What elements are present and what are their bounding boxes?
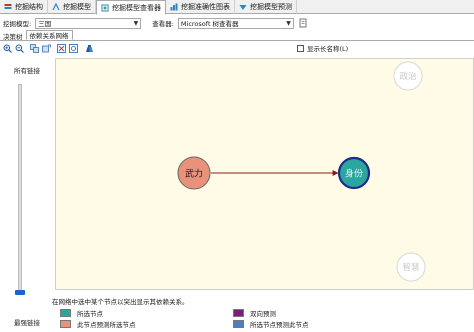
- tab-label: 挖掘模型查看器: [112, 3, 161, 12]
- legend-swatch: [233, 309, 244, 317]
- mining-model-value: 三国: [38, 20, 52, 28]
- viewer-value: Microsoft 树查看器: [180, 20, 239, 28]
- legend-note: 在网络中选中某个节点以突出显示其依赖关系。: [52, 298, 189, 306]
- tab-mining-model[interactable]: 挖掘模型: [48, 0, 96, 14]
- mining-structure-icon: [4, 3, 12, 11]
- model-selector-row: 挖掘模型: 三国 ▼ 查看器: Microsoft 树查看器 ▼: [0, 15, 474, 31]
- node-label: 武力: [185, 168, 203, 180]
- viewer-subtabs: 决策树 依赖关系网络: [0, 30, 474, 41]
- viewer-label: 查看器:: [152, 20, 174, 28]
- subtab-label: 决策树: [3, 32, 23, 41]
- tab-decision-tree[interactable]: 决策树: [0, 31, 26, 41]
- prediction-icon: [239, 3, 247, 11]
- node-label: 智慧: [402, 262, 420, 273]
- mining-model-label: 挖掘模型:: [3, 20, 32, 28]
- node-zhengzhi[interactable]: 政治: [393, 61, 423, 91]
- mining-model-select[interactable]: 三国 ▼: [35, 17, 142, 29]
- copy-graph-icon: [29, 43, 39, 53]
- tab-label: 挖掘模型预测: [250, 3, 292, 11]
- fit-to-window-icon: [56, 43, 66, 53]
- network-toolbar: [0, 42, 474, 54]
- node-shenfen[interactable]: 身份: [337, 156, 371, 190]
- tab-label: 挖掘结构: [15, 3, 43, 11]
- legend-item-predicts-selected: 此节点预测所选节点: [60, 319, 136, 329]
- legend-item-selected: 所选节点: [60, 308, 103, 318]
- copy-icon[interactable]: [299, 18, 308, 28]
- designer-tab-strip: 挖掘结构 挖掘模型 挖掘模型查看器 挖掘准确性图表 挖掘模型预测: [0, 0, 474, 15]
- legend-label: 此节点预测所选节点: [77, 321, 136, 329]
- mining-model-icon: [52, 2, 60, 11]
- legend-swatch: [60, 309, 71, 317]
- dependency-network-canvas[interactable]: 政治 武力 身份 智慧: [55, 58, 474, 290]
- copy-graph-button[interactable]: [29, 43, 39, 53]
- find-node-button[interactable]: [84, 43, 94, 53]
- copy-selection-button[interactable]: [41, 43, 51, 53]
- zoom-to-fit-icon: [68, 43, 78, 53]
- all-links-label: 所有链接: [14, 67, 40, 75]
- zoom-out-button[interactable]: [14, 43, 24, 53]
- legend-item-selected-predicts: 所选节点预测此节点: [233, 319, 309, 329]
- link-strength-slider-track[interactable]: [18, 84, 22, 292]
- viewer-select[interactable]: Microsoft 树查看器 ▼: [177, 17, 294, 29]
- zoom-in-button[interactable]: [2, 43, 12, 53]
- zoom-in-icon: [3, 44, 12, 53]
- show-long-names-label: 显示长名称(L): [307, 45, 349, 53]
- model-viewer-icon: [101, 4, 109, 12]
- copy-selection-icon: [41, 44, 51, 52]
- legend-label: 双向预测: [250, 310, 276, 318]
- chevron-down-icon: ▼: [133, 19, 139, 27]
- tab-model-prediction[interactable]: 挖掘模型预测: [235, 0, 297, 14]
- tab-accuracy-chart[interactable]: 挖掘准确性图表: [166, 0, 235, 14]
- find-node-icon: [85, 44, 93, 52]
- node-wuli[interactable]: 武力: [177, 156, 211, 190]
- node-label: 政治: [399, 71, 417, 82]
- subtab-label: 依赖关系网络: [29, 32, 69, 40]
- show-long-names-checkbox[interactable]: [297, 44, 304, 52]
- tab-label: 挖掘准确性图表: [181, 3, 230, 11]
- legend-label: 所选节点: [77, 310, 103, 318]
- tab-mining-structure[interactable]: 挖掘结构: [0, 0, 48, 14]
- tab-label: 挖掘模型: [63, 3, 91, 11]
- chevron-down-icon: ▼: [286, 19, 291, 27]
- tab-model-viewer[interactable]: 挖掘模型查看器: [96, 0, 166, 15]
- legend-swatch: [60, 320, 71, 328]
- legend-item-bidirectional: 双向预测: [233, 308, 276, 318]
- link-strength-slider-thumb[interactable]: [15, 290, 25, 295]
- fit-to-window-button[interactable]: [56, 43, 66, 53]
- tab-dependency-network[interactable]: 依赖关系网络: [25, 30, 73, 40]
- accuracy-chart-icon: [170, 3, 178, 11]
- zoom-out-icon: [15, 44, 24, 53]
- zoom-to-fit-button[interactable]: [68, 43, 78, 53]
- node-zhihui[interactable]: 智慧: [396, 252, 426, 282]
- legend-swatch: [233, 320, 244, 328]
- legend-label: 所选节点预测此节点: [250, 321, 309, 329]
- show-long-names-toggle[interactable]: 显示长名称(L): [297, 43, 348, 53]
- node-label: 身份: [345, 168, 363, 180]
- strongest-links-label: 最强链接: [14, 319, 40, 327]
